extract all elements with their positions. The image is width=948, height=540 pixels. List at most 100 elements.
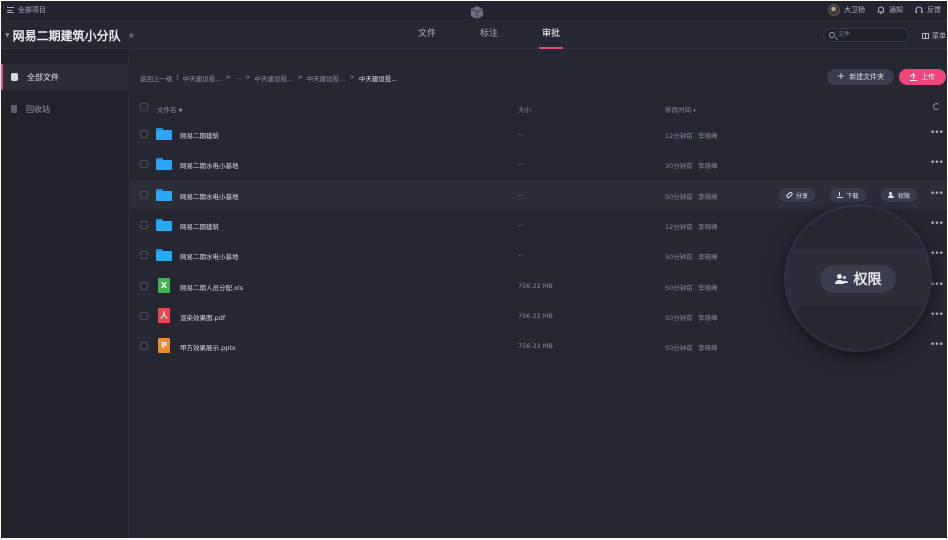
file-time: 50分钟前 bbox=[665, 193, 693, 201]
select-all-checkbox[interactable] bbox=[140, 103, 148, 111]
file-name[interactable]: 甲方效果展示.pptx bbox=[180, 342, 236, 352]
file-size: 756.22 MB bbox=[518, 312, 553, 320]
table-row[interactable]: 网易二期水电小基地 -- 50分钟前 李晓峰 分享 下载 权限 ••• bbox=[130, 180, 947, 210]
sidebar-item-label: 回收站 bbox=[26, 104, 50, 114]
database-icon bbox=[11, 73, 18, 81]
file-time: 50分钟前 bbox=[665, 344, 693, 352]
permission-button[interactable]: 权限 bbox=[881, 188, 917, 202]
more-icon[interactable]: ••• bbox=[930, 189, 944, 199]
permission-button-zoomed[interactable]: 权限 bbox=[820, 265, 896, 293]
file-owner: 李晓峰 bbox=[698, 193, 718, 201]
file-size: -- bbox=[518, 160, 523, 168]
file-time: 30分钟前 bbox=[665, 253, 693, 261]
header-name-label: 文件名 bbox=[157, 106, 177, 114]
sidebar-item-all-files[interactable]: 全部文件 bbox=[1, 64, 129, 90]
breadcrumb-ellipsis[interactable]: ... bbox=[235, 73, 241, 83]
upload-button[interactable]: 上传 bbox=[899, 69, 946, 85]
file-owner: 李晓峰 bbox=[698, 253, 718, 261]
chevron-down-icon: ▼ bbox=[5, 32, 10, 39]
app-window: 全部项目 大卫杨 通知 反馈 ▼ 网易二期建筑小分队 ★ 文件 标注 审批 文件… bbox=[1, 1, 947, 538]
top-bar: 全部项目 大卫杨 通知 反馈 bbox=[1, 1, 947, 21]
header-modified[interactable]: 修改时间 ▾ bbox=[665, 104, 696, 114]
more-icon[interactable]: ••• bbox=[930, 249, 944, 259]
folder-icon bbox=[156, 189, 172, 201]
more-icon[interactable]: ••• bbox=[930, 280, 944, 290]
breadcrumb-current: 中天建设投... bbox=[358, 75, 398, 83]
table-row[interactable]: 网易二期建筑 -- 12分钟前 李晓峰 ••• bbox=[130, 119, 947, 149]
file-name[interactable]: 网易二期建筑 bbox=[180, 130, 219, 140]
new-folder-button[interactable]: + 新建文件夹 bbox=[827, 69, 894, 85]
file-owner: 李晓峰 bbox=[698, 284, 718, 292]
excel-file-icon: X bbox=[158, 278, 170, 293]
layout-icon bbox=[922, 33, 929, 39]
feedback-button[interactable]: 反馈 bbox=[915, 5, 941, 15]
row-checkbox[interactable] bbox=[140, 282, 148, 290]
table-row[interactable]: 网易二期水电小基地 -- 30分钟前 李晓峰 ••• bbox=[130, 149, 947, 179]
headset-icon bbox=[915, 6, 923, 13]
bell-icon bbox=[878, 6, 884, 14]
header-size: 大小 bbox=[518, 106, 531, 114]
tab-approval[interactable]: 审批 bbox=[520, 21, 582, 49]
sort-down-icon: ▾ bbox=[693, 108, 696, 114]
file-name[interactable]: 渲染效果图.pdf bbox=[180, 312, 225, 322]
file-name[interactable]: 网易二期人员分配.xls bbox=[180, 282, 243, 292]
tab-annotate[interactable]: 标注 bbox=[458, 21, 520, 49]
row-checkbox[interactable] bbox=[140, 251, 148, 259]
header-name[interactable]: 文件名 ▼ bbox=[157, 104, 182, 114]
users-icon bbox=[834, 274, 848, 284]
row-checkbox[interactable] bbox=[140, 160, 148, 168]
project-title: 网易二期建筑小分队 bbox=[12, 29, 121, 43]
notify-button[interactable]: 通知 bbox=[877, 5, 903, 15]
download-label: 下载 bbox=[846, 192, 859, 200]
new-folder-label: 新建文件夹 bbox=[849, 73, 885, 81]
sort-down-icon: ▼ bbox=[178, 108, 183, 114]
breadcrumb-back[interactable]: 返回上一级 bbox=[140, 73, 173, 83]
more-icon[interactable]: ••• bbox=[930, 219, 944, 229]
menu-label: 菜单 bbox=[932, 32, 946, 40]
breadcrumb-item[interactable]: 中天建设投... bbox=[183, 73, 222, 83]
tab-files[interactable]: 文件 bbox=[396, 21, 458, 49]
avatar bbox=[828, 4, 840, 16]
sidebar-item-recycle-bin[interactable]: 回收站 bbox=[1, 96, 129, 122]
folder-icon bbox=[156, 128, 172, 140]
folder-icon bbox=[156, 158, 172, 170]
row-checkbox[interactable] bbox=[140, 312, 148, 320]
all-projects-label: 全部项目 bbox=[18, 6, 46, 14]
search-placeholder: 文件 bbox=[838, 31, 851, 38]
download-button[interactable]: 下载 bbox=[830, 188, 866, 202]
search-input[interactable]: 文件 bbox=[823, 28, 909, 42]
file-name[interactable]: 网易二期水电小基地 bbox=[180, 251, 239, 261]
menu-button[interactable]: 菜单 bbox=[922, 31, 946, 41]
file-time: 50分钟前 bbox=[665, 314, 693, 322]
breadcrumb-item[interactable]: 中天建设投... bbox=[307, 73, 346, 83]
file-name[interactable]: 网易二期水电小基地 bbox=[180, 160, 239, 170]
more-icon[interactable]: ••• bbox=[930, 310, 944, 320]
more-icon[interactable]: ••• bbox=[930, 128, 944, 138]
all-projects-link[interactable]: 全部项目 bbox=[7, 5, 46, 15]
refresh-icon[interactable] bbox=[933, 103, 940, 110]
zoom-callout: 权限 bbox=[787, 207, 929, 349]
file-size: -- bbox=[518, 191, 523, 199]
file-time: 50分钟前 bbox=[665, 284, 693, 292]
file-name[interactable]: 网易二期建筑 bbox=[180, 221, 219, 231]
upload-icon bbox=[910, 73, 917, 81]
more-icon[interactable]: ••• bbox=[930, 340, 944, 350]
row-checkbox[interactable] bbox=[140, 221, 148, 229]
file-size: -- bbox=[518, 251, 523, 259]
share-button[interactable]: 分享 bbox=[779, 188, 815, 202]
project-bar: ▼ 网易二期建筑小分队 ★ 文件 标注 审批 文件 菜单 bbox=[1, 21, 947, 49]
notify-label: 通知 bbox=[889, 6, 903, 14]
user-menu[interactable]: 大卫杨 bbox=[828, 4, 865, 16]
share-label: 分享 bbox=[795, 192, 808, 200]
more-icon[interactable]: ••• bbox=[930, 158, 944, 168]
star-icon[interactable]: ★ bbox=[128, 31, 135, 40]
user-name: 大卫杨 bbox=[844, 6, 865, 14]
row-checkbox[interactable] bbox=[140, 191, 148, 199]
file-name[interactable]: 网易二期水电小基地 bbox=[180, 191, 239, 201]
row-checkbox[interactable] bbox=[140, 342, 148, 350]
table-header: 文件名 ▼ 大小 修改时间 ▾ bbox=[130, 99, 947, 117]
project-switcher[interactable]: ▼ 网易二期建筑小分队 ★ bbox=[5, 27, 135, 44]
breadcrumb-item[interactable]: 中天建设投... bbox=[255, 73, 294, 83]
row-checkbox[interactable] bbox=[140, 130, 148, 138]
upload-label: 上传 bbox=[921, 73, 935, 81]
